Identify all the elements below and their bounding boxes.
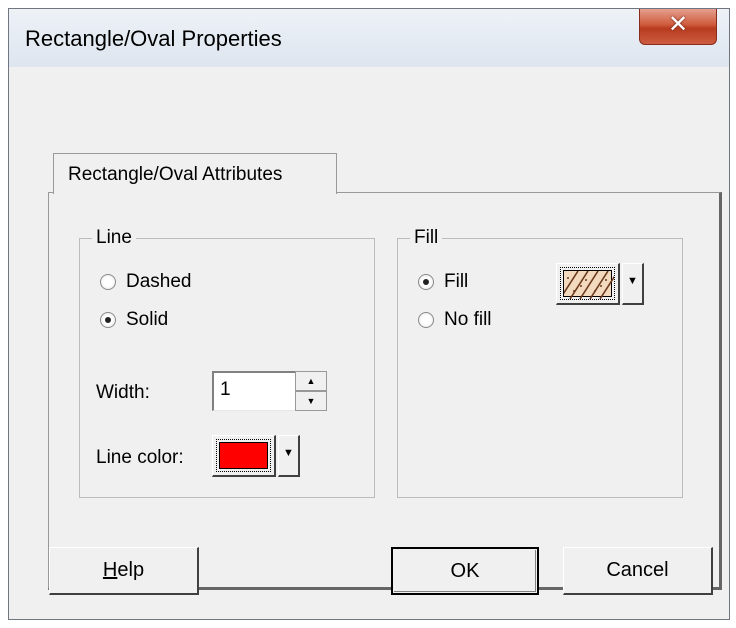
- solid-radio-label[interactable]: Solid: [126, 309, 168, 331]
- tab-page: Line Dashed Solid Width: 1 ▲ ▼ Line colo…: [48, 192, 722, 590]
- fill-pattern-dropdown-button[interactable]: ▼: [622, 263, 644, 305]
- fill-group: Fill Fill No fill ▼: [397, 227, 683, 498]
- dashed-radio-label[interactable]: Dashed: [126, 271, 192, 293]
- ok-button[interactable]: OK: [391, 547, 539, 595]
- close-button[interactable]: ✕: [639, 9, 717, 45]
- no-fill-radio[interactable]: [418, 312, 434, 328]
- width-spinner[interactable]: ▲ ▼: [295, 371, 327, 411]
- fill-radio-label[interactable]: Fill: [444, 271, 468, 293]
- fill-pattern-button[interactable]: [556, 263, 620, 305]
- spin-up-icon: ▲: [306, 376, 316, 386]
- tab-label: Rectangle/Oval Attributes: [68, 164, 283, 185]
- cancel-label: Cancel: [606, 559, 669, 581]
- line-color-button[interactable]: [212, 435, 276, 477]
- spin-down-icon: ▼: [306, 396, 316, 406]
- no-fill-radio-label[interactable]: No fill: [444, 309, 492, 331]
- spin-down-button[interactable]: ▼: [295, 391, 327, 411]
- dialog-client-area: Line Dashed Solid Width: 1 ▲ ▼ Line colo…: [9, 67, 729, 619]
- chevron-down-icon: ▼: [627, 275, 638, 287]
- line-color-dropdown-button[interactable]: ▼: [278, 435, 300, 477]
- solid-radio[interactable]: [100, 312, 116, 328]
- line-color-label: Line color:: [96, 447, 184, 468]
- line-group: Line Dashed Solid Width: 1 ▲ ▼ Line colo…: [79, 227, 375, 498]
- title-bar[interactable]: Rectangle/Oval Properties ✕: [9, 9, 729, 67]
- tab-rectangle-oval-attributes[interactable]: Rectangle/Oval Attributes: [53, 153, 337, 194]
- help-button[interactable]: Help: [49, 547, 199, 595]
- hatch-pattern-graphic: [564, 271, 614, 299]
- fill-group-title: Fill: [410, 227, 443, 249]
- dialog-window: Rectangle/Oval Properties ✕ Line Dashed …: [8, 8, 730, 620]
- cancel-button[interactable]: Cancel: [563, 547, 713, 595]
- help-mnemonic: H: [102, 559, 118, 581]
- close-icon: ✕: [667, 11, 689, 38]
- line-group-title: Line: [92, 227, 136, 249]
- help-label-rest: elp: [117, 559, 145, 581]
- dashed-radio[interactable]: [100, 274, 116, 290]
- fill-radio[interactable]: [418, 274, 434, 290]
- chevron-down-icon: ▼: [283, 447, 294, 459]
- spin-up-button[interactable]: ▲: [295, 371, 327, 391]
- diagonal-hatch-pattern-icon: [560, 267, 615, 300]
- width-input[interactable]: 1: [212, 371, 296, 411]
- window-title: Rectangle/Oval Properties: [25, 26, 282, 51]
- ok-label: OK: [450, 560, 480, 582]
- width-label: Width:: [96, 382, 150, 403]
- line-color-swatch: [216, 439, 271, 472]
